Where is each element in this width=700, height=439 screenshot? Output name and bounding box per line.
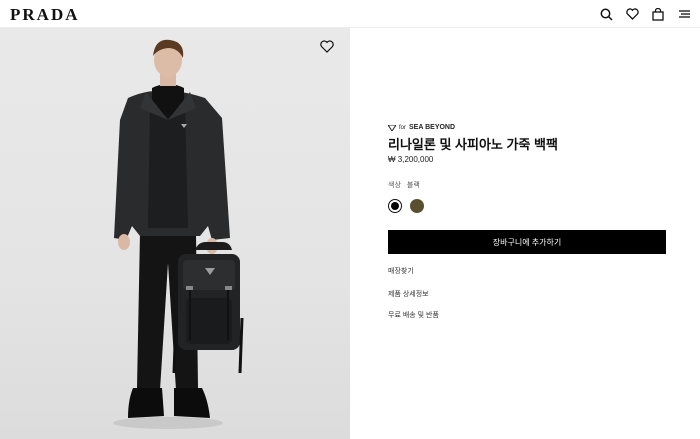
swatch-black[interactable] xyxy=(388,199,402,213)
collab-badge: for SEA BEYOND xyxy=(388,124,455,131)
header-icons xyxy=(598,6,692,22)
color-swatches xyxy=(388,199,424,213)
store-finder-link[interactable]: 매장찾기 xyxy=(388,266,414,276)
search-icon[interactable] xyxy=(598,6,614,22)
product-title: 리나일론 및 사피아노 가죽 백팩 xyxy=(388,137,558,152)
color-label-row: 색상 블랙 xyxy=(388,180,420,190)
heart-icon[interactable] xyxy=(624,6,640,22)
add-to-cart-button[interactable]: 장바구니에 추가하기 xyxy=(388,230,666,254)
menu-icon[interactable] xyxy=(676,6,692,22)
collab-name: SEA BEYOND xyxy=(409,124,456,131)
site-header: PRADA xyxy=(0,0,700,28)
wishlist-heart-icon[interactable] xyxy=(320,40,338,58)
triangle-logo-icon xyxy=(388,124,396,131)
shipping-returns-link[interactable]: 무료 배송 및 반품 xyxy=(388,310,439,320)
product-info-panel: for SEA BEYOND 리나일론 및 사피아노 가죽 백팩 ₩ 3,200… xyxy=(350,28,700,439)
prada-logo[interactable]: PRADA xyxy=(10,5,80,25)
color-label: 색상 xyxy=(388,182,401,189)
color-value: 블랙 xyxy=(406,182,420,189)
product-price: ₩ 3,200,000 xyxy=(388,155,434,164)
bag-icon[interactable] xyxy=(650,6,666,22)
swatch-olive[interactable] xyxy=(410,199,424,213)
product-model-image xyxy=(113,39,244,429)
collab-prefix: for xyxy=(399,124,407,131)
product-details-link[interactable]: 제품 상세정보 xyxy=(388,289,429,299)
product-image-panel xyxy=(0,28,350,439)
